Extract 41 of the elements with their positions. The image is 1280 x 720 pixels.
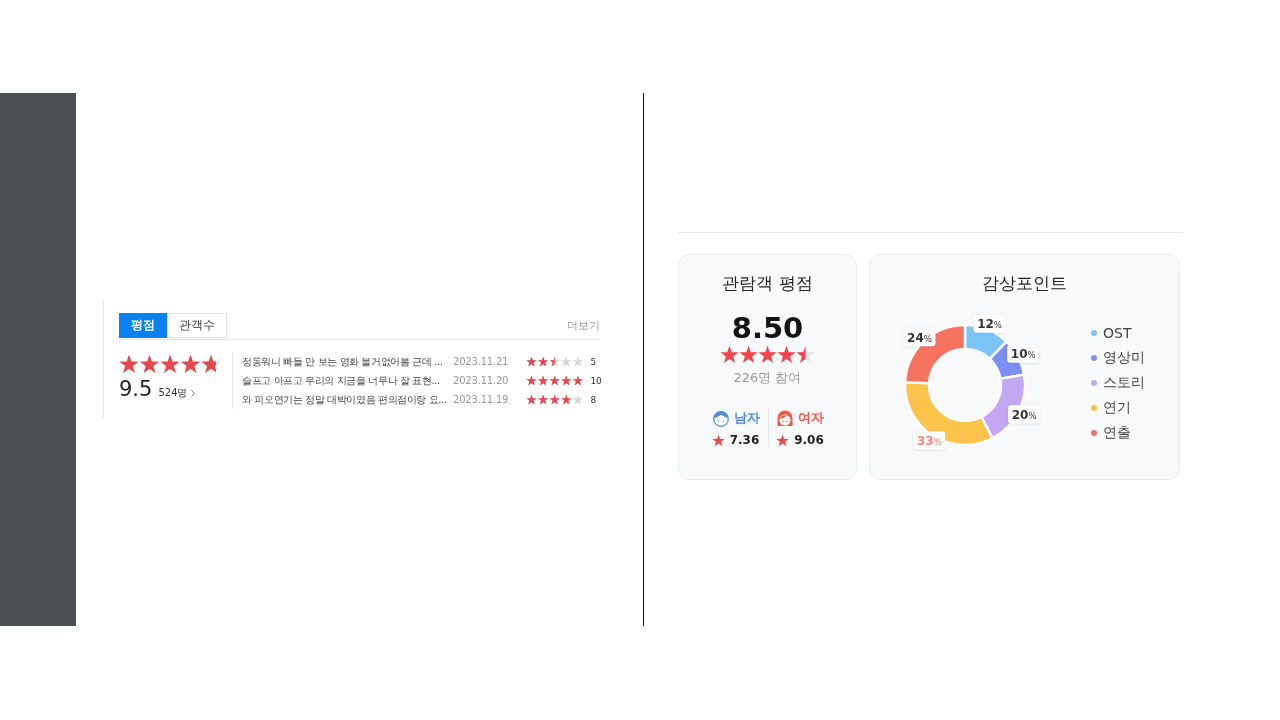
data-label: 33% <box>916 434 942 449</box>
gender-label: 남자 <box>733 409 760 427</box>
tab[interactable]: 관객수 <box>167 313 227 338</box>
rating-score: 9.5 <box>119 379 153 400</box>
value-label: 10% <box>1007 344 1040 363</box>
gender-label: 여자 <box>798 409 824 427</box>
review-score: 8 <box>590 394 597 405</box>
review-text: 정동워니 빠들 만 보는 영화 볼거없어봄 근데 ... <box>242 354 444 369</box>
legend-label: 스토리 <box>1103 373 1145 392</box>
gender-score: 7.36 <box>711 433 760 447</box>
tab[interactable]: 평점 <box>119 313 167 338</box>
value-label: 20% <box>1008 405 1041 424</box>
value-label: 12% <box>973 314 1006 333</box>
average-score: 8.50 <box>731 311 804 345</box>
value-label: 33% <box>913 431 946 450</box>
legend-label: 영상미 <box>1103 348 1145 367</box>
data-label: 12% <box>977 317 1002 332</box>
review-date: 2023.11.21 <box>453 356 510 367</box>
review-date: 2023.11.20 <box>453 375 510 386</box>
value-label: 24% <box>903 328 936 347</box>
card-title: 감상포인트 <box>982 272 1067 295</box>
review-score: 10 <box>590 375 602 386</box>
review-date: 2023.11.19 <box>453 394 510 405</box>
data-label: 10% <box>1010 347 1036 362</box>
legend-label: 연출 <box>1103 423 1131 442</box>
gender-score: 9.06 <box>776 433 824 447</box>
data-label: 20% <box>1011 407 1037 422</box>
star-icon <box>776 433 790 447</box>
chevron-right-icon <box>190 389 195 397</box>
card-title: 관람객 평점 <box>722 272 813 295</box>
participant-count: 226명 참여 <box>733 369 802 387</box>
data-label: 24% <box>907 330 932 345</box>
review-text: 슬프고 아프고 우리의 지금을 너무나 잘 표현... <box>242 373 441 388</box>
star-icon <box>711 433 725 447</box>
boy-icon <box>711 409 730 427</box>
girl-icon <box>776 409 794 427</box>
legend-label: 연기 <box>1103 398 1131 417</box>
review-score: 5 <box>590 356 597 367</box>
legend-label: OST <box>1103 324 1132 341</box>
rating-count-link[interactable]: 524명 <box>158 386 195 400</box>
review-text: 와 피오연기는 정말 대박이였음 편의점이랑 요... <box>242 392 448 407</box>
